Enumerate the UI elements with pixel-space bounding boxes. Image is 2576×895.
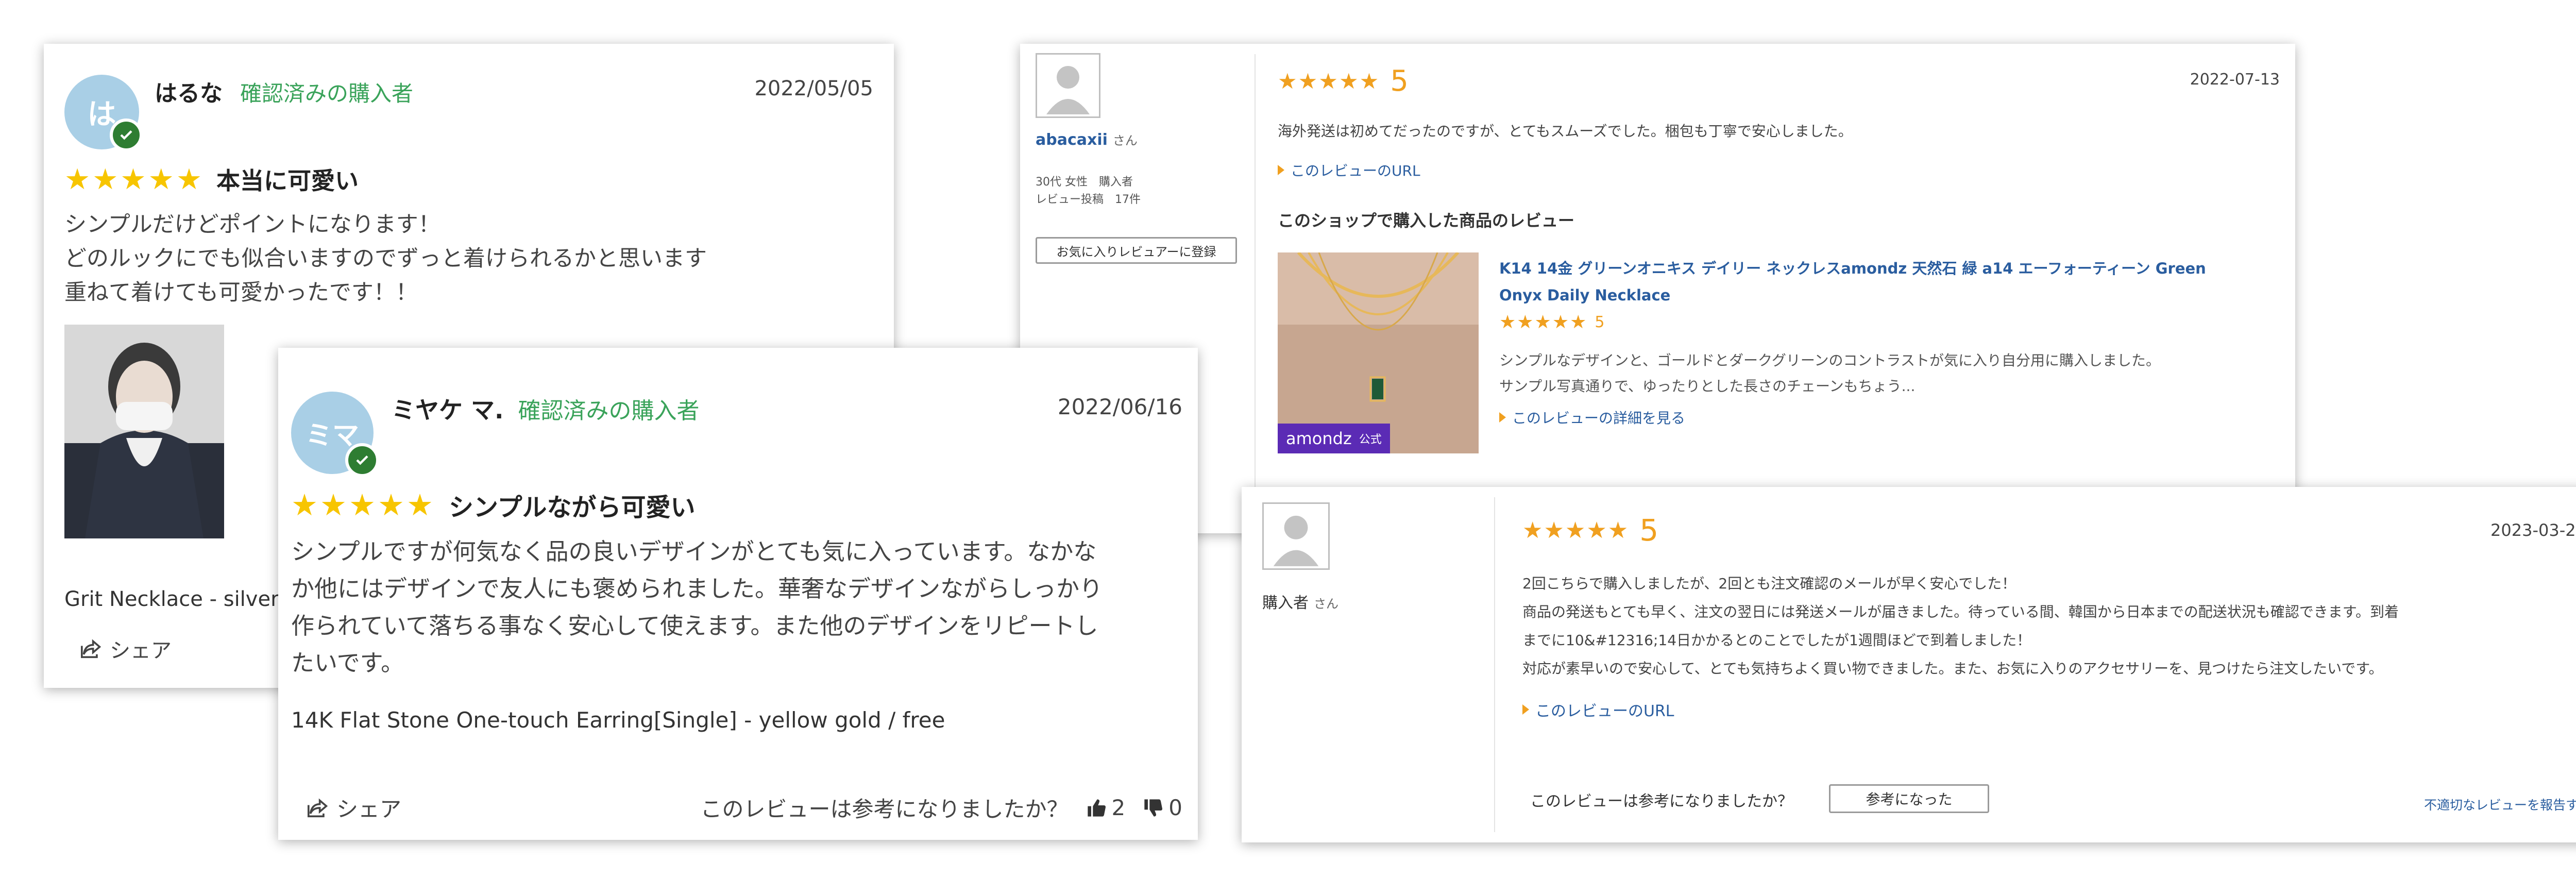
star-rating: ★★★★★: [64, 162, 205, 196]
thumbs-down-icon: [1144, 799, 1163, 817]
verified-check-icon: [345, 443, 379, 477]
reviewer-name: ミヤケ マ.: [392, 396, 504, 424]
review-body: シンプルですが何気なく品の良いデザインがとても気に入っています。なかな か他には…: [291, 538, 1103, 677]
product-name[interactable]: Grit Necklace - silver /: [64, 587, 293, 611]
review-body: シンプルだけどポイントになります！ どのルックにでも似合いますのでずっと着けられ…: [64, 212, 707, 306]
review-photo[interactable]: [64, 325, 224, 538]
review-card-abacaxii: abacaxii さん 30代 女性 購入者 レビュー投稿 17件 お気に入りレ…: [1020, 44, 2295, 533]
reviewer-avatar: [1036, 53, 1100, 118]
star-rating: ★★★★★: [1522, 517, 1630, 544]
official-brand-badge: amondz 公式: [1278, 424, 1390, 453]
product-star-rating: ★★★★★: [1499, 312, 1588, 333]
review-body: 海外発送は初めてだったのですが、とてもスムーズでした。梱包も丁寧で安心しました。: [1278, 123, 1853, 140]
product-name[interactable]: 14K Flat Stone One-touch Earring[Single]…: [291, 707, 945, 733]
thumbs-up-icon: [1087, 799, 1106, 817]
review-title: 本当に可愛い: [216, 167, 359, 195]
favorite-reviewer-button[interactable]: お気に入りレビュアーに登録: [1036, 237, 1237, 264]
reviewer-name: 購入者: [1262, 594, 1309, 612]
helpful-question: このレビューは参考になりましたか？: [1530, 792, 1793, 810]
review-body: 2回こちらで購入しましたが、2回とも注文確認のメールが早く安心でした！ 商品の発…: [1522, 575, 2399, 677]
share-button[interactable]: シェア: [307, 792, 401, 823]
review-date: 2023-03-27: [2490, 520, 2576, 540]
review-date: 2022-07-13: [2190, 71, 2280, 89]
helpful-button[interactable]: 参考になった: [1829, 784, 1989, 813]
reviewer-review-count: レビュー投稿 17件: [1036, 193, 1141, 206]
share-icon: [308, 798, 328, 817]
verified-buyer-label: 確認済みの購入者: [240, 81, 414, 106]
rating-score: 5: [1390, 64, 1409, 98]
reviewer-name: はるな: [155, 80, 223, 107]
verified-check-icon: [110, 119, 143, 151]
review-card-buyer: 購入者 さん ★★★★★ 5 2023-03-27 2回こちらで購入しましたが、…: [1242, 487, 2576, 842]
review-url-link[interactable]: このレビューのURL: [1522, 698, 1674, 721]
helpful-question: このレビューは参考になりましたか？: [700, 797, 1069, 822]
rating-score: 5: [1639, 513, 1659, 548]
review-card-miyake: ミマ ミヤケ マ. 確認済みの購入者 2022/06/16 ★★★★★ シンプル…: [278, 348, 1198, 840]
arrow-right-icon: [1522, 704, 1529, 715]
report-review-link[interactable]: 不適切なレビューを報告する: [2424, 795, 2576, 814]
review-date: 2022/05/05: [754, 77, 873, 100]
reviewer-avatar: [1262, 502, 1330, 570]
shop-reviews-heading: このショップで購入した商品のレビュー: [1278, 211, 1575, 230]
star-rating: ★★★★★: [1278, 69, 1380, 94]
review-title: シンプルながら可愛い: [448, 493, 696, 522]
share-icon: [81, 639, 101, 658]
review-date: 2022/06/16: [1057, 394, 1182, 419]
share-button[interactable]: シェア: [80, 634, 172, 664]
column-divider: [1494, 497, 1495, 832]
star-rating: ★★★★★: [291, 487, 435, 522]
product-image[interactable]: amondz 公式: [1278, 252, 1479, 453]
column-divider: [1255, 54, 1256, 518]
review-url-link[interactable]: このレビューのURL: [1278, 160, 1420, 180]
review-detail-link[interactable]: このレビューの詳細を見る: [1499, 407, 1685, 428]
verified-buyer-label: 確認済みの購入者: [518, 398, 700, 424]
product-rating-score: 5: [1595, 313, 1605, 331]
arrow-right-icon: [1499, 412, 1506, 423]
product-title-link[interactable]: K14 14金 グリーンオニキス デイリー ネックレスamondz 天然石 緑 …: [1499, 255, 2206, 309]
dislike-button[interactable]: 0: [1143, 795, 1182, 820]
product-review-excerpt: シンプルなデザインと、ゴールドとダークグリーンのコントラストが気に入り自分用に購…: [1499, 352, 2160, 395]
like-button[interactable]: 2: [1086, 795, 1125, 820]
reviewer-demographics: 30代 女性 購入者: [1036, 176, 1133, 189]
arrow-right-icon: [1278, 165, 1284, 175]
reviewer-name[interactable]: abacaxii: [1036, 131, 1108, 149]
